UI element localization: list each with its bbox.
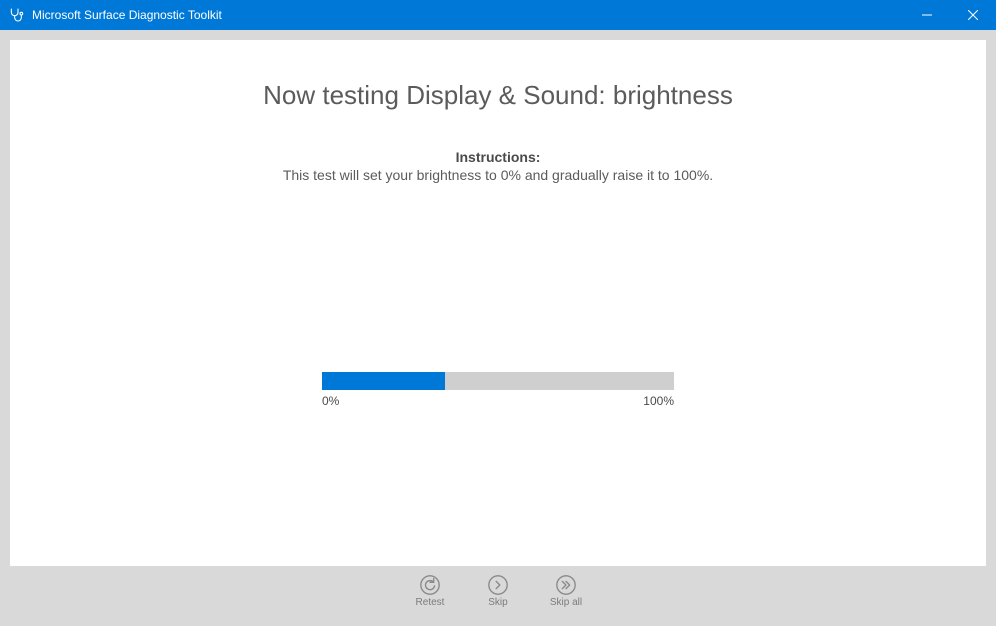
skip-icon	[487, 574, 509, 596]
progress-labels: 0% 100%	[322, 394, 674, 408]
instructions-label: Instructions:	[10, 149, 986, 165]
stethoscope-icon	[8, 7, 24, 23]
titlebar: Microsoft Surface Diagnostic Toolkit	[0, 0, 996, 30]
instructions-text: This test will set your brightness to 0%…	[10, 167, 986, 183]
page-title: Now testing Display & Sound: brightness	[10, 80, 986, 111]
close-button[interactable]	[950, 0, 996, 30]
skip-button[interactable]: Skip	[478, 574, 518, 608]
retest-icon	[419, 574, 441, 596]
progress-fill	[322, 372, 445, 390]
progress-bar: 0% 100%	[322, 372, 674, 408]
retest-button[interactable]: Retest	[410, 574, 450, 608]
progress-max-label: 100%	[643, 394, 674, 408]
skip-label: Skip	[488, 597, 507, 608]
minimize-button[interactable]	[904, 0, 950, 30]
skip-all-label: Skip all	[550, 597, 582, 608]
instructions-block: Instructions: This test will set your br…	[10, 149, 986, 183]
progress-min-label: 0%	[322, 394, 339, 408]
retest-label: Retest	[416, 597, 445, 608]
content-outer: Now testing Display & Sound: brightness …	[0, 30, 996, 626]
skip-all-icon	[555, 574, 577, 596]
skip-all-button[interactable]: Skip all	[546, 574, 586, 608]
progress-track	[322, 372, 674, 390]
content-panel: Now testing Display & Sound: brightness …	[10, 40, 986, 566]
bottom-toolbar: Retest Skip Skip all	[10, 566, 986, 616]
app-title: Microsoft Surface Diagnostic Toolkit	[32, 8, 222, 22]
